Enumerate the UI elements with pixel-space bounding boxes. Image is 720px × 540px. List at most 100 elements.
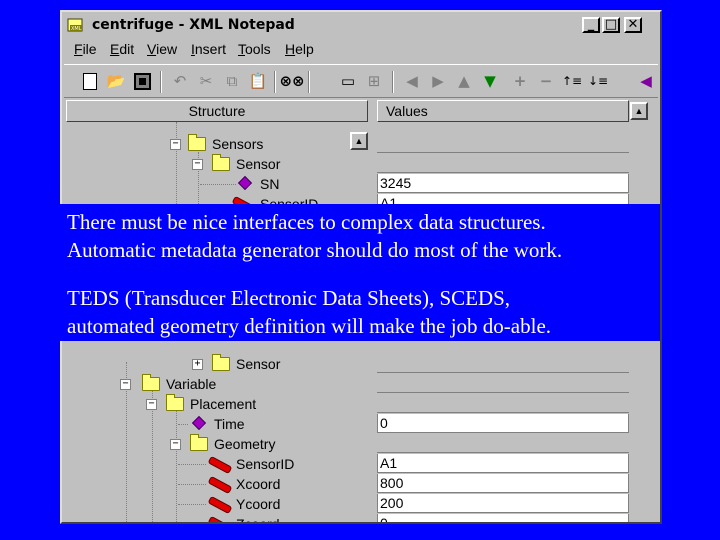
tree-node-label: Time bbox=[214, 416, 245, 432]
toolbar-separator bbox=[392, 71, 394, 93]
collapse-toggle[interactable]: − bbox=[146, 399, 157, 410]
save-disk-icon[interactable] bbox=[130, 69, 154, 93]
open-folder-icon[interactable]: 📂 bbox=[104, 69, 128, 93]
move-right-icon[interactable]: ▶ bbox=[426, 69, 450, 93]
tree-node-geometry[interactable]: − Geometry bbox=[66, 434, 346, 454]
tree-line bbox=[178, 464, 206, 465]
attribute-icon bbox=[237, 175, 253, 191]
tree-node-label: Geometry bbox=[214, 436, 276, 452]
collapse-toggle[interactable]: − bbox=[170, 439, 181, 450]
value-cell[interactable] bbox=[377, 374, 629, 393]
tree-node-xcoord[interactable]: Xcoord bbox=[66, 474, 346, 495]
value-cell[interactable] bbox=[377, 434, 629, 453]
move-left-icon[interactable]: ◀ bbox=[400, 69, 424, 93]
undo-icon[interactable]: ↶ bbox=[168, 69, 192, 93]
element-icon bbox=[207, 515, 233, 522]
tree-node-label: Variable bbox=[166, 376, 217, 392]
structure-header[interactable]: Structure bbox=[66, 100, 368, 122]
value-cell[interactable] bbox=[377, 394, 629, 413]
tree-node-label: Zcoord bbox=[236, 516, 280, 524]
folder-icon bbox=[142, 374, 160, 391]
values-header[interactable]: Values bbox=[377, 100, 629, 122]
collapse-toggle[interactable]: − bbox=[192, 159, 203, 170]
menu-view[interactable]: View bbox=[147, 41, 177, 57]
value-cell[interactable]: 200 bbox=[377, 494, 629, 513]
tree-node-label: Sensor bbox=[236, 156, 281, 172]
tree-node-label: Placement bbox=[190, 396, 257, 412]
tree-node-label: Ycoord bbox=[236, 496, 281, 512]
tree-node-label: Sensors bbox=[212, 136, 264, 152]
folder-icon bbox=[188, 134, 206, 151]
window-title: centrifuge - XML Notepad bbox=[92, 17, 295, 33]
tree-node-label: Xcoord bbox=[236, 476, 281, 492]
move-up-icon[interactable]: ▲ bbox=[452, 69, 476, 93]
find-binoculars-icon[interactable]: ⊗⊗ bbox=[279, 69, 304, 93]
value-cell[interactable] bbox=[377, 154, 629, 173]
menu-edit[interactable]: Edit bbox=[110, 41, 134, 57]
xml-notepad-app-icon: XML bbox=[67, 18, 83, 32]
move-down-icon[interactable]: ▼ bbox=[478, 69, 502, 93]
tree-node-placement[interactable]: − Placement bbox=[66, 394, 346, 414]
tree-node-time[interactable]: Time bbox=[66, 414, 346, 434]
tree-node-sn[interactable]: SN bbox=[66, 174, 346, 194]
copy-icon[interactable]: ⧉ bbox=[220, 69, 244, 93]
folder-icon bbox=[212, 354, 230, 371]
value-cell[interactable] bbox=[377, 354, 629, 373]
expand-toggle[interactable]: + bbox=[192, 359, 203, 370]
overlay-line: automated geometry definition will make … bbox=[67, 314, 552, 338]
menu-file[interactable]: File bbox=[74, 41, 97, 57]
tree-node-label: SensorID bbox=[236, 456, 295, 472]
element-icon bbox=[207, 475, 233, 495]
tree-node-zcoord[interactable]: Zcoord bbox=[66, 514, 346, 524]
value-cell[interactable]: A1 bbox=[377, 454, 629, 473]
cut-icon[interactable]: ✂ bbox=[194, 69, 218, 93]
svg-text:XML: XML bbox=[71, 26, 82, 32]
tree-node-label: SN bbox=[260, 176, 280, 192]
title-bar[interactable]: XML centrifuge - XML Notepad _ □ ✕ bbox=[64, 14, 658, 36]
overlay-line: There must be nice interfaces to complex… bbox=[67, 210, 546, 234]
overlay-line: TEDS (Transducer Electronic Data Sheets)… bbox=[67, 286, 511, 310]
tree-scroll-up-button[interactable]: ▲ bbox=[350, 132, 368, 150]
toolbar-overflow-icon[interactable]: ◀ bbox=[634, 69, 658, 93]
tree-line bbox=[178, 484, 206, 485]
paste-icon[interactable]: 📋 bbox=[246, 69, 270, 93]
scroll-up-button[interactable]: ▲ bbox=[630, 102, 648, 120]
overlay-line: Automatic metadata generator should do m… bbox=[67, 238, 563, 262]
tree-node-sensor[interactable]: − Sensor bbox=[66, 154, 346, 174]
menu-tools[interactable]: Tools bbox=[238, 41, 271, 57]
value-cell[interactable]: 800 bbox=[377, 474, 629, 493]
menu-help[interactable]: Help bbox=[285, 41, 314, 57]
menu-insert[interactable]: Insert bbox=[191, 41, 226, 57]
tree-node-geometry-sensorid[interactable]: SensorID bbox=[66, 454, 346, 475]
value-cell[interactable] bbox=[377, 134, 629, 153]
tree-line bbox=[178, 504, 206, 505]
tree-node-sensor-collapsed[interactable]: + Sensor bbox=[66, 354, 346, 374]
folder-icon bbox=[212, 154, 230, 171]
tree-node-sensors[interactable]: − Sensors bbox=[66, 134, 346, 154]
insert-child-icon[interactable]: ⊞ bbox=[362, 69, 386, 93]
sort-ascending-icon[interactable]: ↑≡ bbox=[560, 69, 584, 93]
element-icon bbox=[207, 455, 233, 475]
new-document-icon[interactable] bbox=[78, 69, 102, 93]
expand-plus-icon[interactable]: + bbox=[508, 69, 532, 93]
insert-element-icon[interactable]: ▭ bbox=[336, 69, 360, 93]
collapse-minus-icon[interactable]: − bbox=[534, 69, 558, 93]
menu-bar: File Edit View Insert Tools Help bbox=[64, 38, 658, 60]
value-cell[interactable]: 0 bbox=[377, 414, 629, 433]
toolbar-separator bbox=[160, 71, 162, 93]
collapse-toggle[interactable]: − bbox=[170, 139, 181, 150]
maximize-button[interactable]: □ bbox=[602, 17, 620, 33]
sort-descending-icon[interactable]: ↓≡ bbox=[586, 69, 610, 93]
slide-text-overlay: There must be nice interfaces to complex… bbox=[60, 204, 660, 341]
folder-icon bbox=[166, 394, 184, 411]
element-icon bbox=[207, 495, 233, 515]
tree-node-ycoord[interactable]: Ycoord bbox=[66, 494, 346, 515]
tree-line bbox=[178, 424, 188, 425]
tree-node-variable[interactable]: − Variable bbox=[66, 374, 346, 394]
close-button[interactable]: ✕ bbox=[624, 17, 642, 33]
minimize-button[interactable]: _ bbox=[582, 17, 600, 33]
value-cell[interactable]: 0 bbox=[377, 514, 629, 522]
value-cell[interactable]: 3245 bbox=[377, 174, 629, 193]
tree-line bbox=[200, 184, 236, 185]
collapse-toggle[interactable]: − bbox=[120, 379, 131, 390]
